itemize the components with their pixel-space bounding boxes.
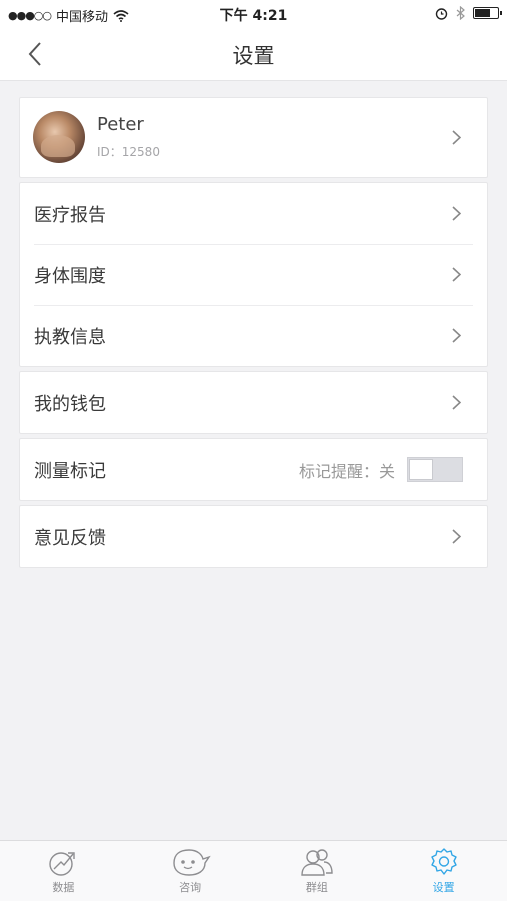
- gear-icon: [430, 848, 457, 875]
- menu-item-label: 意见反馈: [34, 528, 106, 549]
- tab-label: 数据: [52, 881, 75, 894]
- menu-item-label: 测量标记: [34, 461, 106, 482]
- tab-groups[interactable]: 群组: [254, 841, 381, 901]
- menu-item-feedback[interactable]: 意见反馈: [20, 506, 487, 567]
- profile-card[interactable]: Peter ID：12580: [19, 97, 488, 178]
- chevron-right-icon: [452, 206, 461, 221]
- tab-bar: 数据 咨询 群组 设置: [0, 840, 507, 901]
- group-icon: [301, 849, 333, 876]
- menu-item-label: 医疗报告: [34, 205, 106, 226]
- tab-label: 设置: [432, 881, 455, 894]
- measure-card: 测量标记 标记提醒：关: [19, 438, 488, 501]
- bluetooth-icon: [456, 6, 465, 20]
- status-right: [435, 6, 502, 20]
- status-time: 下午 4:21: [219, 8, 288, 24]
- chevron-right-icon: [452, 130, 461, 145]
- chart-icon: [49, 852, 76, 876]
- menu-item-coaching-info[interactable]: 执教信息: [20, 305, 487, 366]
- tab-label: 咨询: [179, 881, 202, 894]
- profile-id: ID：12580: [97, 145, 160, 159]
- tab-data[interactable]: 数据: [0, 841, 127, 901]
- tab-label: 群组: [305, 881, 328, 894]
- menu-item-label: 我的钱包: [34, 394, 106, 415]
- reminder-setting: 标记提醒：关: [299, 457, 463, 482]
- toggle-knob: [409, 459, 433, 480]
- chevron-right-icon: [452, 395, 461, 410]
- tab-consult[interactable]: 咨询: [127, 841, 254, 901]
- avatar: [33, 111, 85, 163]
- menu-item-body-measurements[interactable]: 身体围度: [20, 244, 487, 305]
- status-bar: ●●●○○ 中国移动 下午 4:21: [0, 0, 507, 28]
- menu-item-wallet[interactable]: 我的钱包: [20, 372, 487, 433]
- battery-level: [475, 9, 491, 17]
- chevron-right-icon: [452, 267, 461, 282]
- health-menu-group: 医疗报告 身体围度 执教信息: [19, 182, 488, 367]
- profile-name: Peter: [97, 114, 144, 135]
- profile-row[interactable]: Peter ID：12580: [20, 98, 487, 177]
- menu-item-label: 执教信息: [34, 327, 106, 348]
- menu-item-label: 身体围度: [34, 266, 106, 287]
- battery-icon: [473, 7, 502, 19]
- navigation-bar: 设置: [0, 28, 507, 81]
- menu-item-medical-report[interactable]: 医疗报告: [20, 183, 487, 244]
- chat-face-icon: [173, 849, 211, 876]
- page-title: 设置: [232, 44, 275, 68]
- alarm-icon: [435, 7, 448, 20]
- reminder-status-text: 标记提醒：关: [298, 461, 395, 481]
- tab-settings[interactable]: 设置: [380, 841, 507, 901]
- menu-item-measure-marker: 测量标记 标记提醒：关: [20, 439, 487, 500]
- wallet-card: 我的钱包: [19, 371, 488, 434]
- feedback-card: 意见反馈: [19, 505, 488, 568]
- reminder-toggle[interactable]: [407, 457, 463, 482]
- chevron-right-icon: [452, 328, 461, 343]
- chevron-right-icon: [452, 529, 461, 544]
